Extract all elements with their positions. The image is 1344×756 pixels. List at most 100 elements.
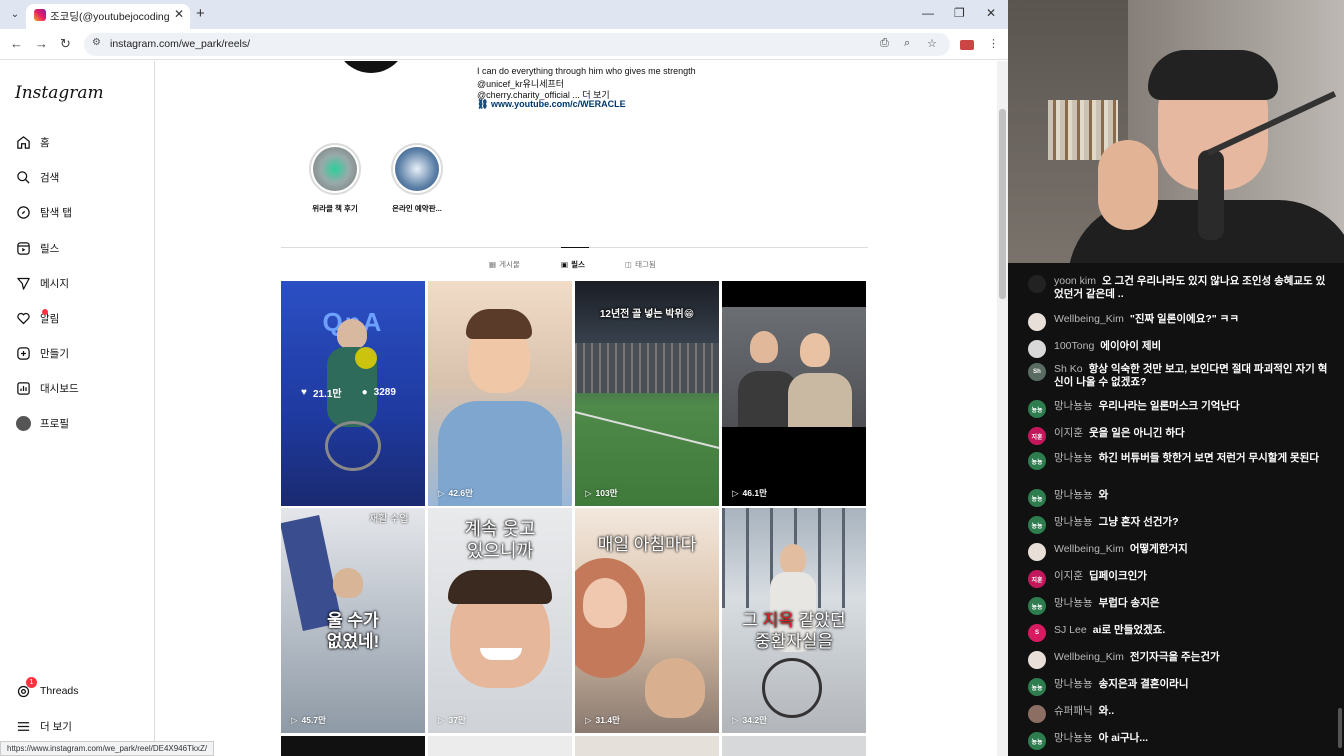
minimize-icon[interactable]: — bbox=[922, 6, 934, 20]
reel-tile[interactable]: ▷ 42.6만 bbox=[428, 281, 572, 506]
bio-link[interactable]: ⛓ www.youtube.com/c/WERACLE bbox=[477, 99, 626, 110]
nav-notifications[interactable]: 알림 bbox=[15, 308, 59, 328]
chat-avatar[interactable]: S bbox=[1028, 624, 1046, 642]
chat-author[interactable]: Wellbeing_Kim bbox=[1054, 651, 1124, 663]
nav-create[interactable]: 만들기 bbox=[15, 343, 69, 363]
chat-author[interactable]: Sh Ko bbox=[1054, 363, 1083, 375]
tab-search-icon[interactable]: ⌄ bbox=[6, 6, 24, 24]
nav-reels[interactable]: 릴스 bbox=[15, 238, 59, 258]
chat-author[interactable]: 망나뇽뇽 bbox=[1054, 489, 1093, 501]
address-bar[interactable]: ⚙ instagram.com/we_park/reels/ ⎙ ⌕ ☆ bbox=[84, 33, 950, 56]
chat-author[interactable]: Wellbeing_Kim bbox=[1054, 543, 1124, 555]
chat-author[interactable]: 이지훈 bbox=[1054, 570, 1083, 582]
nav-more[interactable]: 더 보기 bbox=[15, 716, 72, 736]
zoom-icon[interactable]: ⌕ bbox=[904, 37, 910, 50]
reel-tile-partial[interactable] bbox=[428, 736, 572, 756]
nav-dashboard[interactable]: 대시보드 bbox=[15, 378, 79, 398]
highlight-ring bbox=[309, 143, 361, 195]
chat-scrollbar[interactable] bbox=[1338, 708, 1342, 748]
nav-label: 대시보드 bbox=[40, 382, 79, 395]
chat-avatar[interactable]: Sh bbox=[1028, 363, 1046, 381]
reel-tile[interactable]: 계속 웃고 있으니까 ▷ 37만 bbox=[428, 508, 572, 733]
nav-profile[interactable]: 프로필 bbox=[15, 413, 69, 433]
reel-tile[interactable]: 재활 수업 울 수가 없었네! ▷ 45.7만 bbox=[281, 508, 425, 733]
play-icon: ▷ bbox=[732, 487, 739, 498]
chat-avatar[interactable]: 뇽뇽 bbox=[1028, 489, 1046, 507]
nav-threads[interactable]: 1 Threads bbox=[15, 676, 79, 701]
chat-author[interactable]: 망나뇽뇽 bbox=[1054, 732, 1093, 744]
nav-messages[interactable]: 메시지 bbox=[15, 273, 69, 293]
highlight-2[interactable]: 온라인 예약판... bbox=[387, 143, 447, 214]
chat-avatar[interactable]: 뇽뇽 bbox=[1028, 678, 1046, 696]
chat-message: Sh Sh Ko 항상 익숙한 것만 보고, 보인다면 절대 파괴적인 자기 혁신이… bbox=[1028, 363, 1328, 389]
bookmark-star-icon[interactable]: ☆ bbox=[927, 37, 937, 50]
highlight-1[interactable]: 위라클 책 후기 bbox=[305, 143, 365, 214]
chat-author[interactable]: 망나뇽뇽 bbox=[1054, 597, 1093, 609]
chat-avatar[interactable]: 뇽뇽 bbox=[1028, 732, 1046, 750]
chat-author[interactable]: 망나뇽뇽 bbox=[1054, 516, 1093, 528]
browser-tab[interactable]: 조코딩(@youtubejocoding) • I ✕ bbox=[26, 4, 190, 29]
chat-author[interactable]: 망나뇽뇽 bbox=[1054, 678, 1093, 690]
profile-avatar[interactable] bbox=[335, 61, 407, 73]
status-bar-url: https://www.instagram.com/we_park/reel/D… bbox=[0, 741, 215, 756]
page-scrollbar[interactable] bbox=[997, 61, 1008, 756]
chat-avatar[interactable]: 지훈 bbox=[1028, 570, 1046, 588]
reel-caption: 12년전 골 넣는 박위😁 bbox=[599, 309, 695, 320]
chat-author[interactable]: yoon kim bbox=[1054, 275, 1096, 287]
chat-author[interactable]: 100Tong bbox=[1054, 340, 1094, 352]
reel-tile[interactable]: ▷ 46.1만 bbox=[722, 281, 866, 506]
install-app-icon[interactable]: ⎙ bbox=[880, 37, 889, 50]
new-tab-icon[interactable]: + bbox=[196, 5, 205, 22]
chat-avatar[interactable]: 지훈 bbox=[1028, 427, 1046, 445]
chat-author[interactable]: SJ Lee bbox=[1054, 624, 1087, 636]
nav-explore[interactable]: 탐색 탭 bbox=[15, 202, 72, 222]
instagram-logo[interactable]: Instagram bbox=[15, 83, 104, 103]
reel-tile-partial[interactable] bbox=[575, 736, 719, 756]
chat-author[interactable]: 슈퍼패닉 bbox=[1054, 705, 1093, 717]
chat-avatar[interactable] bbox=[1028, 651, 1046, 669]
menu-kebab-icon[interactable]: ⋮ bbox=[988, 37, 999, 50]
chat-author[interactable]: 이지훈 bbox=[1054, 427, 1083, 439]
tab-close-icon[interactable]: ✕ bbox=[174, 7, 184, 21]
reload-icon[interactable]: ↻ bbox=[60, 36, 71, 52]
chat-avatar[interactable] bbox=[1028, 340, 1046, 358]
chat-author[interactable]: Wellbeing_Kim bbox=[1054, 313, 1124, 325]
back-icon[interactable]: ← bbox=[10, 36, 23, 51]
chat-avatar[interactable]: 뇽뇽 bbox=[1028, 400, 1046, 418]
chat-message: 뇽뇽 망나뇽뇽 송지은과 결혼이라니 bbox=[1028, 678, 1328, 696]
reel-views: ▷ 37만 bbox=[438, 714, 466, 726]
reel-tile-partial[interactable] bbox=[281, 736, 425, 756]
reel-tile[interactable]: 그 지옥 같았던 중환자실을 ▷ 34.2만 bbox=[722, 508, 866, 733]
chat-avatar[interactable]: 뇽뇽 bbox=[1028, 597, 1046, 615]
nav-search[interactable]: 검색 bbox=[15, 167, 59, 187]
tab-reels[interactable]: ▣ 릴스 bbox=[561, 259, 585, 270]
reel-tile[interactable]: 매일 아침마다 ▷ 31.4만 bbox=[575, 508, 719, 733]
play-icon: ▷ bbox=[438, 487, 445, 498]
chat-avatar[interactable]: 뇽뇽 bbox=[1028, 516, 1046, 534]
close-window-icon[interactable]: ✕ bbox=[986, 6, 996, 20]
restore-icon[interactable]: ❐ bbox=[954, 6, 965, 20]
chat-author[interactable]: 망나뇽뇽 bbox=[1054, 452, 1093, 464]
chat-avatar[interactable] bbox=[1028, 705, 1046, 723]
site-info-icon[interactable]: ⚙ bbox=[92, 37, 101, 48]
profile-flag-icon[interactable] bbox=[960, 40, 974, 50]
chat-message: 뇽뇽 망나뇽뇽 우리나라는 일론머스크 기억난다 bbox=[1028, 400, 1328, 418]
chat-avatar[interactable] bbox=[1028, 275, 1046, 293]
screen: ⌄ 조코딩(@youtubejocoding) • I ✕ + — ❐ ✕ ← … bbox=[0, 0, 1344, 756]
tab-posts[interactable]: ▦ 게시물 bbox=[489, 259, 520, 270]
scroll-thumb[interactable] bbox=[999, 109, 1006, 299]
reel-tile-partial[interactable] bbox=[722, 736, 866, 756]
chat-author[interactable]: 망나뇽뇽 bbox=[1054, 400, 1093, 412]
chat-avatar[interactable] bbox=[1028, 313, 1046, 331]
nav-home[interactable]: 홈 bbox=[15, 132, 50, 152]
reel-caption: 계속 웃고 있으니까 bbox=[464, 519, 536, 561]
reel-tile[interactable]: 12년전 골 넣는 박위😁 ▷ 103만 bbox=[575, 281, 719, 506]
tab-tagged[interactable]: ◫ 태그됨 bbox=[625, 259, 656, 270]
threads-icon: 1 bbox=[15, 676, 37, 700]
chat-avatar[interactable]: 뇽뇽 bbox=[1028, 452, 1046, 470]
reel-tile[interactable]: QnA ♥21.1만 ●3289 bbox=[281, 281, 425, 506]
forward-icon[interactable]: → bbox=[35, 36, 48, 51]
chat-body: 딥페이크인가 bbox=[1088, 570, 1147, 582]
reel-likes: 21.1만 bbox=[312, 389, 342, 400]
chat-avatar[interactable] bbox=[1028, 543, 1046, 561]
